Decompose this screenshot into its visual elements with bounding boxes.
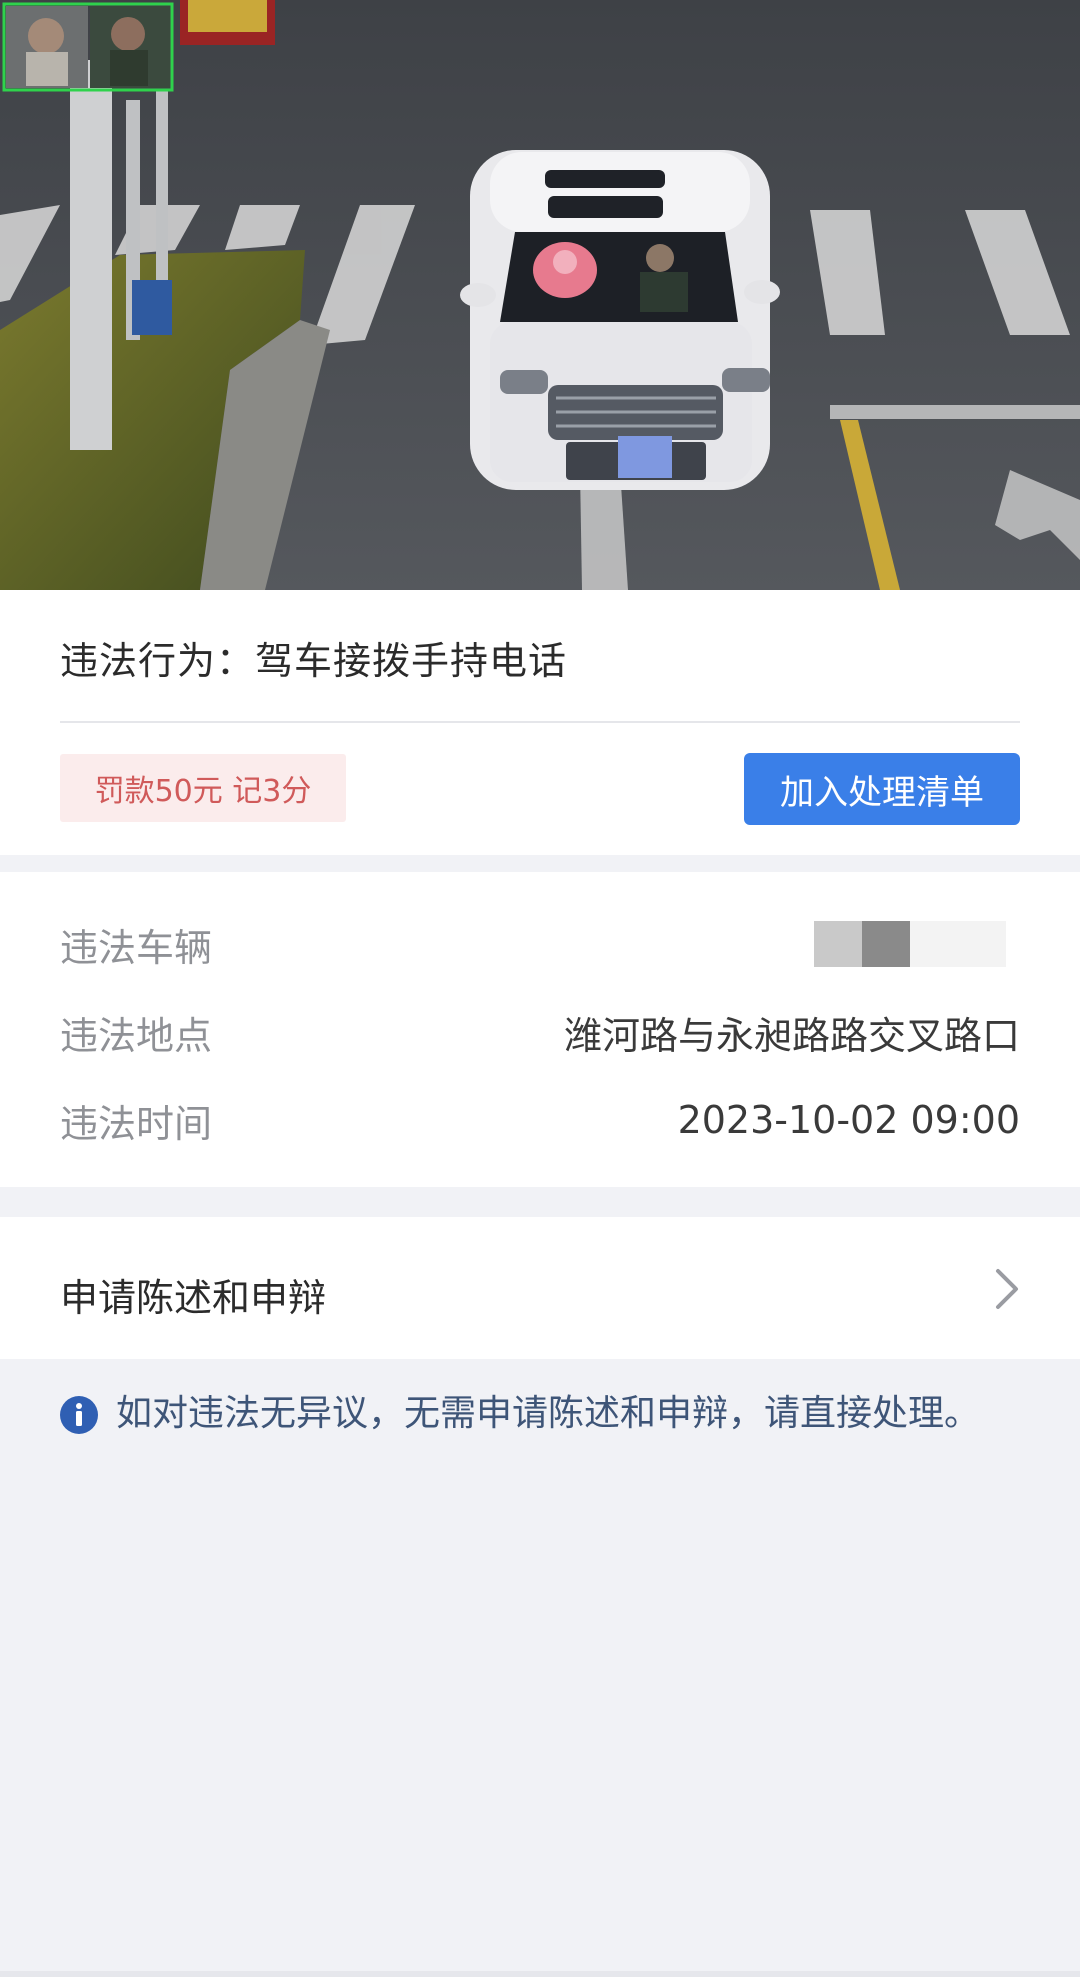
violation-behavior-text: 违法行为：驾车接拨手持电话 [60, 639, 568, 683]
bottom-edge [0, 1971, 1080, 1977]
detail-row-time: 违法时间 2023-10-02 09:00 [60, 1090, 1020, 1150]
penalty-badge: 罚款50元 记3分 [60, 754, 346, 822]
appeal-statement-label: 申请陈述和申辩 [60, 1276, 327, 1320]
masked-plate-number [814, 921, 1006, 967]
violation-photo[interactable] [0, 0, 1080, 590]
detail-row-vehicle: 违法车辆 [60, 914, 1020, 974]
appeal-statement-row[interactable]: 申请陈述和申辩 [0, 1217, 1080, 1359]
notice-message: 如对违法无异议，无需申请陈述和申辩，请直接处理。 [60, 1390, 1020, 1438]
violation-summary-card: 违法行为：驾车接拨手持电话 罚款50元 记3分 加入处理清单 [0, 590, 1080, 855]
notice-text: 如对违法无异议，无需申请陈述和申辩，请直接处理。 [116, 1393, 981, 1434]
violation-details-card: 违法车辆 违法地点 潍河路与永昶路路交叉路口 违法时间 2023-10-02 0… [0, 872, 1080, 1187]
chevron-right-icon [996, 1269, 1018, 1309]
location-value: 潍河路与永昶路路交叉路口 [563, 1013, 1020, 1058]
time-label: 违法时间 [60, 1101, 213, 1146]
traffic-camera-image [0, 0, 1080, 590]
add-to-processing-list-button[interactable]: 加入处理清单 [744, 753, 1020, 825]
vehicle-label: 违法车辆 [60, 925, 213, 970]
location-label: 违法地点 [60, 1013, 213, 1058]
info-icon [60, 1396, 98, 1434]
time-value: 2023-10-02 09:00 [677, 1098, 1020, 1142]
divider [60, 721, 1020, 723]
detail-row-location: 违法地点 潍河路与永昶路路交叉路口 [60, 1002, 1020, 1062]
